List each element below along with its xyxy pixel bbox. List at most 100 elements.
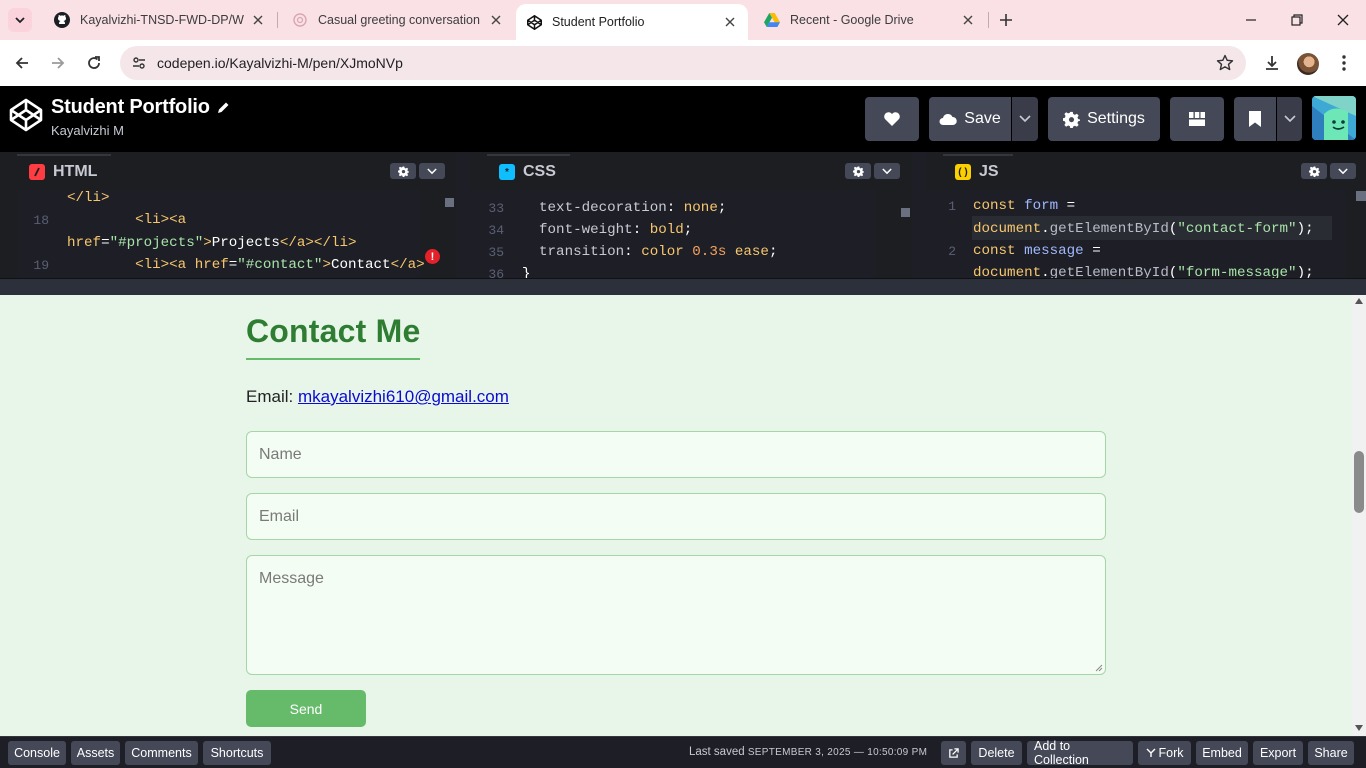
- tab-search-button[interactable]: [8, 8, 32, 32]
- close-icon[interactable]: [488, 12, 504, 28]
- layout-button[interactable]: [1170, 97, 1224, 141]
- preview-scrollbar[interactable]: [1352, 295, 1366, 736]
- address-bar[interactable]: codepen.io/Kayalvizhi-M/pen/XJmoNVp: [120, 46, 1246, 80]
- pen-title-text: Student Portfolio: [51, 96, 210, 118]
- html-editor-label: HTML: [53, 163, 98, 180]
- minimize-icon: [1246, 19, 1256, 21]
- js-code[interactable]: 1 const form = document.getElementById("…: [926, 190, 1346, 278]
- site-info-icon[interactable]: [130, 54, 148, 72]
- email-input[interactable]: Email: [246, 493, 1106, 540]
- editor-scrollbar[interactable]: [901, 208, 910, 217]
- html-editor-tab[interactable]: HTML: [17, 154, 112, 188]
- save-options-button[interactable]: [1012, 97, 1038, 141]
- send-button[interactable]: Send: [246, 690, 366, 727]
- fork-label: Fork: [1158, 746, 1184, 760]
- love-button[interactable]: [865, 97, 919, 141]
- delete-button[interactable]: Delete: [971, 741, 1022, 765]
- css-settings-button[interactable]: [845, 163, 871, 179]
- editor-scrollbar[interactable]: [1356, 191, 1366, 201]
- add-to-collection-button[interactable]: Add to Collection: [1027, 739, 1133, 767]
- shortcuts-button[interactable]: Shortcuts: [203, 741, 271, 765]
- new-tab-button[interactable]: [996, 10, 1016, 30]
- scroll-down-icon[interactable]: [1355, 725, 1363, 731]
- fork-button[interactable]: Fork: [1138, 741, 1191, 765]
- comments-button[interactable]: Comments: [125, 741, 198, 765]
- pane-resizer[interactable]: [456, 152, 470, 278]
- html-settings-button[interactable]: [390, 163, 416, 179]
- restore-button[interactable]: [1274, 0, 1320, 40]
- bookmark-star-icon[interactable]: [1216, 54, 1234, 72]
- close-icon[interactable]: [960, 12, 976, 28]
- browser-tab-student-portfolio[interactable]: Student Portfolio: [516, 4, 748, 40]
- cloud-icon: [939, 113, 958, 125]
- save-button[interactable]: Save: [929, 97, 1011, 141]
- open-external-button[interactable]: [941, 741, 966, 765]
- codepen-header: Student Portfolio Kayalvizhi M Save Sett…: [0, 86, 1366, 152]
- editor-resize-bar[interactable]: [0, 278, 1366, 295]
- window-close-button[interactable]: [1320, 0, 1366, 40]
- pane-resizer[interactable]: [912, 152, 926, 278]
- html-collapse-button[interactable]: [419, 163, 445, 179]
- editor-scrollbar[interactable]: [445, 198, 454, 207]
- external-link-icon: [949, 747, 959, 758]
- close-icon[interactable]: [722, 14, 738, 30]
- settings-label: Settings: [1087, 110, 1145, 127]
- heart-icon: [884, 112, 900, 126]
- pencil-icon[interactable]: [216, 101, 230, 115]
- back-button[interactable]: [8, 49, 36, 77]
- line-number: 33: [488, 201, 504, 216]
- pen-author[interactable]: Kayalvizhi M: [51, 123, 124, 138]
- embed-button[interactable]: Embed: [1196, 741, 1248, 765]
- bookmark-options-button[interactable]: [1277, 97, 1302, 141]
- css-editor-tab[interactable]: * CSS: [487, 154, 570, 188]
- html-icon: [29, 164, 45, 180]
- html-code[interactable]: </li> 18 <li><a href="#projects">Project…: [17, 190, 425, 278]
- name-input[interactable]: Name: [246, 431, 1106, 478]
- profile-avatar[interactable]: [1297, 53, 1319, 75]
- js-collapse-button[interactable]: [1330, 163, 1356, 179]
- css-collapse-button[interactable]: [874, 163, 900, 179]
- user-avatar[interactable]: [1312, 96, 1356, 140]
- browser-tab-chat[interactable]: Casual greeting conversation: [278, 0, 514, 40]
- downloads-button[interactable]: [1258, 49, 1286, 77]
- code-line: const message =: [973, 243, 1101, 259]
- code-line: text-decoration: none;: [522, 200, 727, 216]
- download-icon: [1266, 56, 1278, 70]
- close-icon[interactable]: [250, 12, 266, 28]
- line-number: 34: [488, 223, 504, 238]
- message-textarea[interactable]: Message: [246, 555, 1106, 675]
- browser-menu-button[interactable]: [1330, 49, 1358, 77]
- bookmark-button[interactable]: [1234, 97, 1276, 141]
- js-editor-tab[interactable]: ( ) JS: [943, 154, 1013, 188]
- error-indicator-icon[interactable]: !: [425, 249, 440, 264]
- css-code[interactable]: 33 text-decoration: none; 34 font-weight…: [470, 190, 876, 278]
- pen-title[interactable]: Student Portfolio: [51, 96, 230, 119]
- browser-toolbar: codepen.io/Kayalvizhi-M/pen/XJmoNVp: [0, 40, 1366, 86]
- line-number: 36: [488, 267, 504, 278]
- codepen-logo-icon[interactable]: [8, 97, 44, 133]
- editor-panes: HTML </li> 18 <li><a href="#projects">Pr…: [0, 152, 1366, 278]
- settings-button[interactable]: Settings: [1048, 97, 1160, 141]
- forward-button[interactable]: [44, 49, 72, 77]
- scroll-up-icon[interactable]: [1355, 298, 1363, 304]
- gear-icon: [397, 166, 409, 177]
- share-button[interactable]: Share: [1308, 741, 1354, 765]
- browser-tab-github[interactable]: Kayalvizhi-TNSD-FWD-DP/Wha: [40, 0, 276, 40]
- email-link[interactable]: mkayalvizhi610@gmail.com: [298, 387, 509, 406]
- last-saved-label: Last saved: [689, 746, 745, 758]
- export-button[interactable]: Export: [1253, 741, 1303, 765]
- last-saved-status: Last saved SEPTEMBER 3, 2025 — 10:50:09 …: [689, 746, 927, 758]
- reload-button[interactable]: [80, 49, 108, 77]
- js-settings-button[interactable]: [1301, 163, 1327, 179]
- browser-tab-strip: Kayalvizhi-TNSD-FWD-DP/Wha Casual greeti…: [0, 0, 1366, 40]
- contact-heading: Contact Me: [246, 313, 421, 360]
- console-button[interactable]: Console: [8, 741, 66, 765]
- chevron-down-icon: [427, 167, 437, 174]
- resize-handle-icon[interactable]: [1095, 664, 1103, 672]
- minimize-button[interactable]: [1228, 0, 1274, 40]
- tab-title: Student Portfolio: [552, 15, 645, 29]
- assets-button[interactable]: Assets: [71, 741, 120, 765]
- scrollbar-thumb[interactable]: [1354, 451, 1364, 513]
- browser-tab-google-drive[interactable]: Recent - Google Drive: [750, 0, 986, 40]
- last-saved-time: SEPTEMBER 3, 2025 — 10:50:09 PM: [747, 747, 928, 758]
